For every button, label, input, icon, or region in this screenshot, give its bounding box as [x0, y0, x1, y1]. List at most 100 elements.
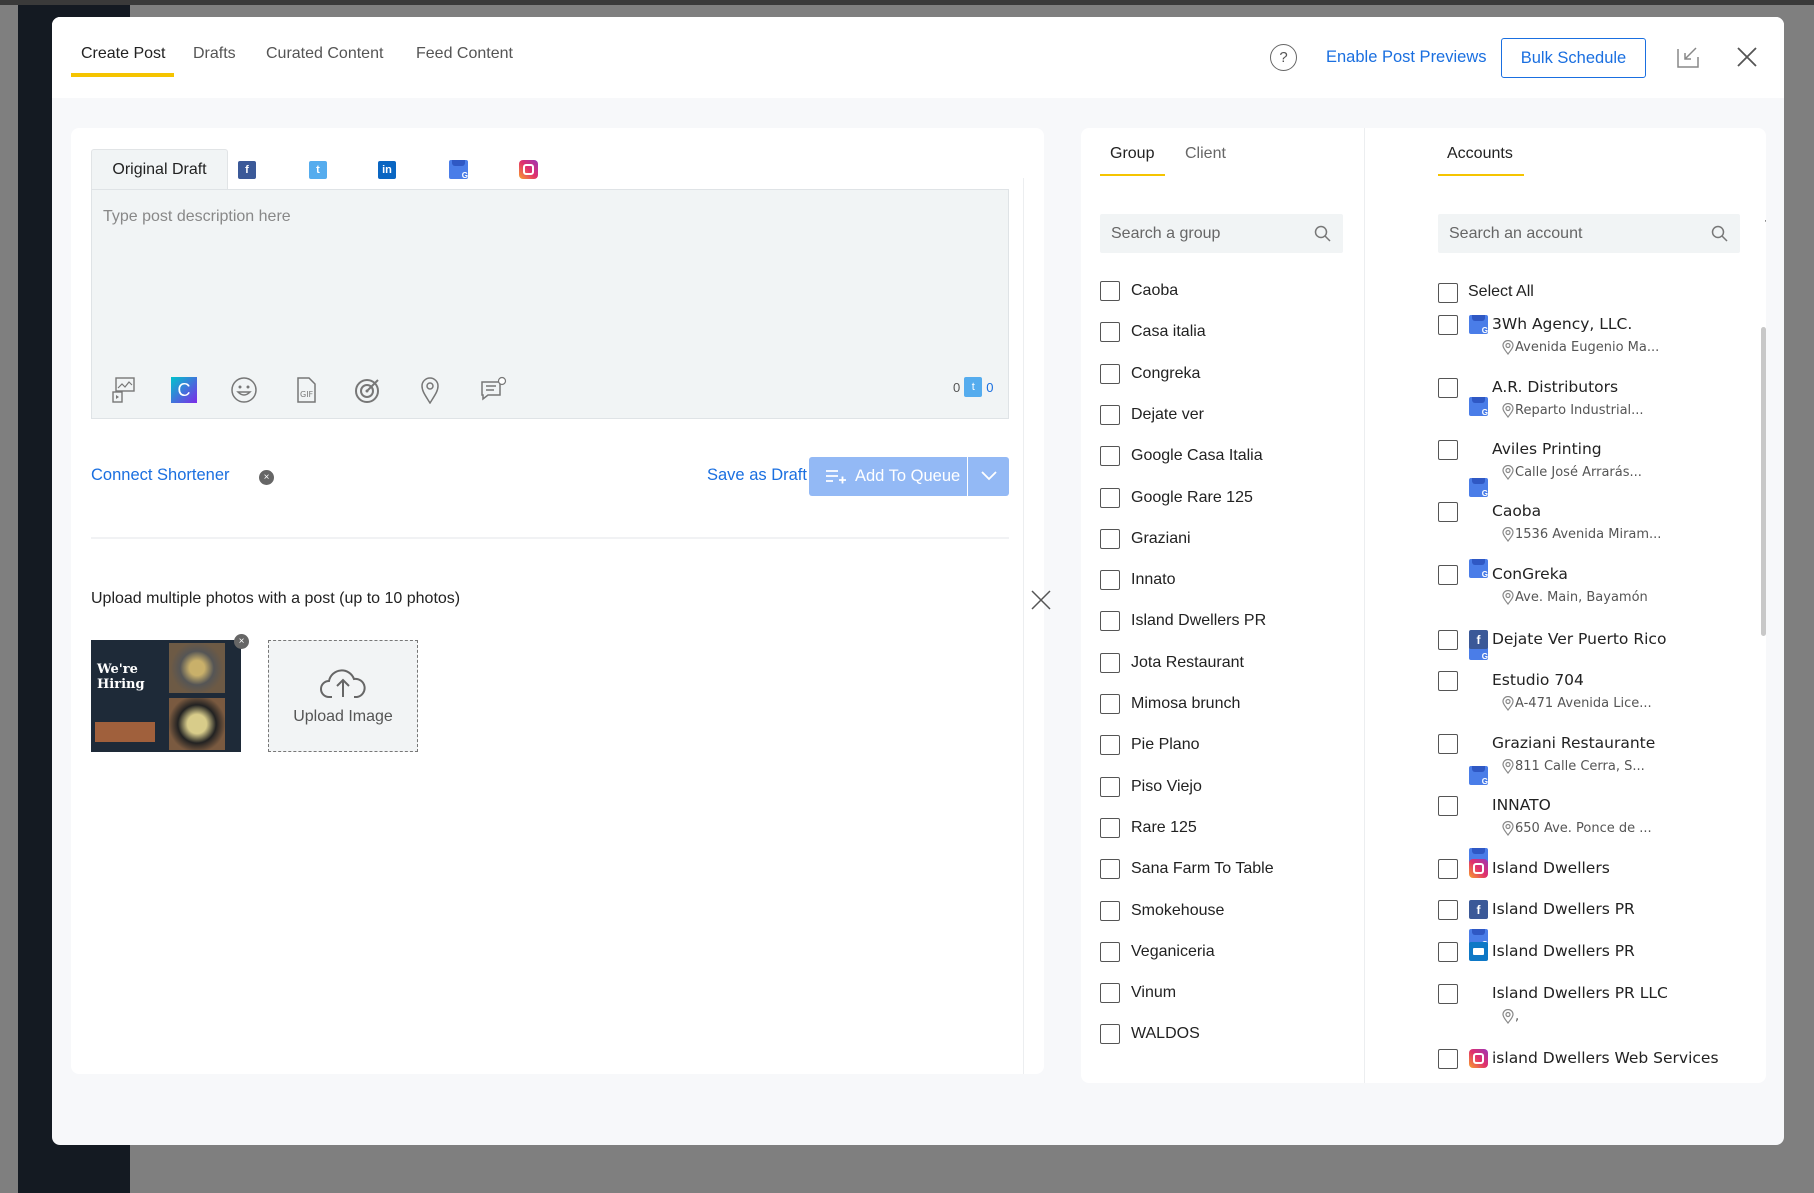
- group-checkbox[interactable]: [1100, 281, 1120, 301]
- counter-left: 0: [953, 379, 961, 395]
- account-checkbox[interactable]: [1438, 671, 1458, 691]
- account-name: Island Dwellers: [1492, 859, 1610, 877]
- chevron-down-icon[interactable]: [981, 471, 997, 481]
- account-address: Ave. Main, Bayamón: [1515, 590, 1648, 605]
- search-group-placeholder: Search a group: [1111, 224, 1221, 242]
- group-checkbox[interactable]: [1100, 941, 1120, 962]
- group-checkbox[interactable]: [1100, 735, 1120, 756]
- account-checkbox[interactable]: [1438, 859, 1458, 879]
- account-checkbox[interactable]: [1438, 900, 1458, 920]
- group-checkbox[interactable]: [1100, 1024, 1120, 1045]
- add-to-queue-button[interactable]: Add To Queue: [809, 457, 1009, 496]
- facebook-icon[interactable]: f: [238, 161, 256, 179]
- group-checkbox[interactable]: [1100, 817, 1120, 838]
- linkedin-icon[interactable]: in: [378, 161, 396, 179]
- account-checkbox[interactable]: [1438, 734, 1458, 754]
- divider: [1023, 178, 1024, 1074]
- instagram-icon[interactable]: [519, 160, 538, 179]
- search-account-input[interactable]: Search an account: [1438, 214, 1740, 253]
- canva-icon[interactable]: C: [171, 377, 197, 403]
- gif-icon[interactable]: GIF: [292, 376, 320, 404]
- connect-shortener-link[interactable]: Connect Shortener: [91, 466, 230, 485]
- close-icon[interactable]: [1736, 46, 1758, 68]
- group-checkbox[interactable]: [1100, 446, 1120, 467]
- group-checkbox[interactable]: [1100, 652, 1120, 673]
- remove-shortener-icon[interactable]: ×: [259, 470, 274, 485]
- remove-image-icon[interactable]: ×: [234, 634, 249, 649]
- group-checkbox[interactable]: [1100, 570, 1120, 591]
- group-checkbox[interactable]: [1100, 322, 1120, 343]
- tab-feed-content[interactable]: Feed Content: [416, 45, 513, 63]
- tab-original-draft[interactable]: Original Draft: [91, 149, 228, 190]
- close-upload-icon[interactable]: [1031, 590, 1051, 610]
- location-pin-icon: [1502, 589, 1514, 610]
- first-comment-icon[interactable]: [479, 376, 507, 404]
- thumbnail-photo: [169, 643, 225, 693]
- search-group-input[interactable]: Search a group: [1100, 214, 1343, 253]
- group-checkbox[interactable]: [1100, 404, 1120, 425]
- group-item-label: Smokehouse: [1131, 901, 1225, 919]
- account-checkbox[interactable]: [1438, 1049, 1458, 1069]
- group-checkbox[interactable]: [1100, 487, 1120, 508]
- group-checkbox[interactable]: [1100, 900, 1120, 921]
- account-checkbox[interactable]: [1438, 630, 1458, 650]
- emoji-icon[interactable]: [230, 376, 258, 404]
- filter-icon[interactable]: [1765, 219, 1766, 247]
- divider: [91, 537, 1009, 539]
- group-checkbox[interactable]: [1100, 776, 1120, 797]
- media-library-icon[interactable]: [110, 376, 138, 404]
- window-top-bar: [0, 0, 1814, 5]
- account-address: Calle José Arrarás...: [1515, 465, 1642, 480]
- account-checkbox[interactable]: [1438, 502, 1458, 522]
- group-checkbox[interactable]: [1100, 983, 1120, 1004]
- account-checkbox[interactable]: [1438, 942, 1458, 962]
- google-business-icon: [1469, 478, 1488, 498]
- account-checkbox[interactable]: [1438, 984, 1458, 1004]
- select-all-checkbox[interactable]: [1438, 283, 1458, 303]
- group-item-label: Island Dwellers PR: [1131, 612, 1267, 630]
- bulk-schedule-button[interactable]: Bulk Schedule: [1501, 38, 1646, 78]
- tab-client[interactable]: Client: [1185, 145, 1226, 163]
- group-checkbox[interactable]: [1100, 363, 1120, 384]
- account-name: A.R. Distributors: [1492, 378, 1619, 396]
- account-checkbox[interactable]: [1438, 565, 1458, 585]
- group-checkbox[interactable]: [1100, 528, 1120, 549]
- location-pin-icon: [1502, 339, 1514, 360]
- divider: [1364, 128, 1365, 1083]
- group-item-label: Google Rare 125: [1131, 488, 1253, 506]
- account-address: 650 Ave. Ponce de ...: [1515, 821, 1652, 836]
- tab-create-post[interactable]: Create Post: [81, 45, 165, 63]
- tab-drafts[interactable]: Drafts: [193, 45, 236, 63]
- account-name: Island Dwellers PR LLC: [1492, 984, 1668, 1002]
- group-item-label: WALDOS: [1131, 1025, 1200, 1043]
- enable-post-previews-link[interactable]: Enable Post Previews: [1326, 48, 1487, 67]
- scrollbar[interactable]: [1761, 327, 1766, 636]
- help-icon[interactable]: ?: [1270, 44, 1297, 71]
- search-icon: [1314, 225, 1331, 242]
- tab-curated-content[interactable]: Curated Content: [266, 45, 383, 63]
- location-icon[interactable]: [416, 376, 444, 404]
- instagram-icon: [1469, 1049, 1488, 1068]
- account-checkbox[interactable]: [1438, 796, 1458, 816]
- create-post-modal: Create Post Drafts Curated Content Feed …: [52, 17, 1784, 1145]
- account-checkbox[interactable]: [1438, 440, 1458, 460]
- group-checkbox[interactable]: [1100, 694, 1120, 714]
- uploaded-image-thumbnail[interactable]: We're Hiring: [91, 640, 241, 752]
- google-business-icon: [1469, 397, 1488, 417]
- twitter-icon[interactable]: t: [309, 161, 327, 179]
- minimize-icon[interactable]: [1676, 45, 1700, 69]
- group-item-label: Veganiceria: [1131, 942, 1215, 960]
- post-description-input[interactable]: Type post description here C GIF 0 t 0: [91, 189, 1009, 419]
- account-checkbox[interactable]: [1438, 315, 1458, 335]
- account-checkbox[interactable]: [1438, 378, 1458, 398]
- svg-text:GIF: GIF: [300, 390, 314, 399]
- tab-group[interactable]: Group: [1110, 145, 1154, 163]
- group-checkbox[interactable]: [1100, 611, 1120, 632]
- tab-accounts[interactable]: Accounts: [1447, 145, 1513, 163]
- upload-image-button[interactable]: Upload Image: [268, 640, 418, 752]
- google-business-icon[interactable]: [449, 160, 468, 180]
- save-as-draft-link[interactable]: Save as Draft: [707, 466, 807, 485]
- group-item-label: Innato: [1131, 571, 1176, 589]
- target-icon[interactable]: [354, 376, 382, 404]
- group-checkbox[interactable]: [1100, 859, 1120, 880]
